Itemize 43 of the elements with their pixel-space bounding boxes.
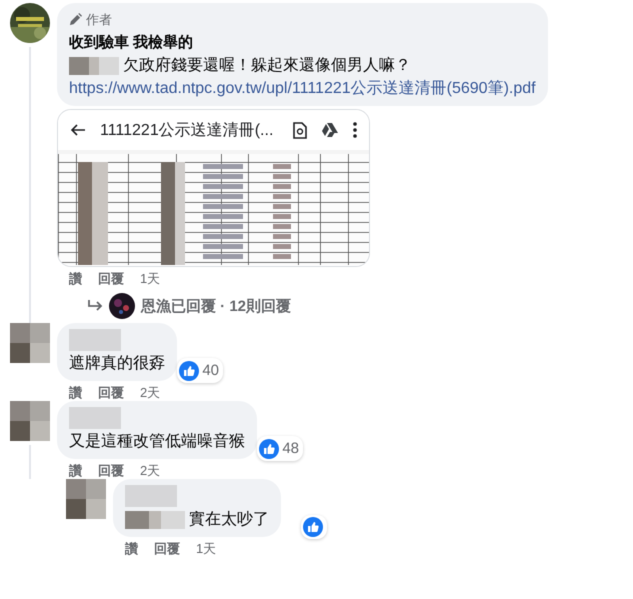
action-link[interactable]: 回覆 xyxy=(98,384,124,401)
comment-text: 又是這種改管低端噪音猴 xyxy=(69,432,245,452)
action-link[interactable]: 讚 xyxy=(125,540,138,557)
attachment-card[interactable]: 1111221公示送達清冊(... xyxy=(57,109,370,267)
blurred-name xyxy=(69,407,121,429)
link[interactable]: https://www.tad.ntpc.gov.tw/upl/1111221公示送達清冊(5690筆).pdf xyxy=(69,78,536,99)
action-link[interactable]: 回覆 xyxy=(154,540,180,557)
pencil-icon xyxy=(69,13,82,26)
replies-summary[interactable]: 恩漁已回覆 · 12則回覆 xyxy=(141,296,292,316)
action-link[interactable]: 讚 xyxy=(69,384,82,401)
action-link[interactable]: 讚 xyxy=(69,270,82,287)
blurred-name xyxy=(125,485,177,507)
reaction-badge[interactable]: 48 xyxy=(257,436,303,461)
badge-label: 作者 xyxy=(86,11,112,29)
blurred-name xyxy=(125,510,185,528)
back-arrow-icon[interactable] xyxy=(70,122,86,138)
blurred-avatar xyxy=(10,323,50,363)
blurred-avatar xyxy=(10,401,50,441)
reaction-count: 40 xyxy=(202,361,219,381)
reaction-badge[interactable] xyxy=(301,515,327,539)
document-title: 1111221公示送達清冊(... xyxy=(100,120,274,140)
author-name[interactable]: 收到驗車 我檢舉的 xyxy=(69,32,536,53)
reaction-count: 48 xyxy=(282,439,299,459)
comment-text: 欠政府錢要還喔！躲起來還像個男人嘛？ xyxy=(123,56,411,76)
reply-arrow-icon xyxy=(87,300,103,312)
blurred-name xyxy=(69,329,121,351)
blurred-avatar xyxy=(66,479,106,519)
blurred-name xyxy=(69,56,119,74)
comment-text: 實在太吵了 xyxy=(189,510,269,530)
like-icon xyxy=(303,517,323,537)
action-link[interactable]: 讚 xyxy=(69,462,82,479)
comment-text: 遮牌真的很孬 xyxy=(69,354,165,374)
reaction-badge[interactable]: 40 xyxy=(177,358,223,383)
timestamp[interactable]: 2天 xyxy=(140,462,160,479)
file-search-icon[interactable] xyxy=(293,122,307,138)
like-icon xyxy=(259,438,280,458)
more-icon[interactable] xyxy=(353,122,357,138)
action-link[interactable]: 回覆 xyxy=(98,462,124,479)
timestamp[interactable]: 2天 xyxy=(140,384,160,401)
like-icon xyxy=(179,360,200,380)
timestamp[interactable]: 1天 xyxy=(196,540,216,557)
action-link[interactable]: 回覆 xyxy=(98,270,124,287)
timestamp[interactable]: 1天 xyxy=(140,270,160,287)
